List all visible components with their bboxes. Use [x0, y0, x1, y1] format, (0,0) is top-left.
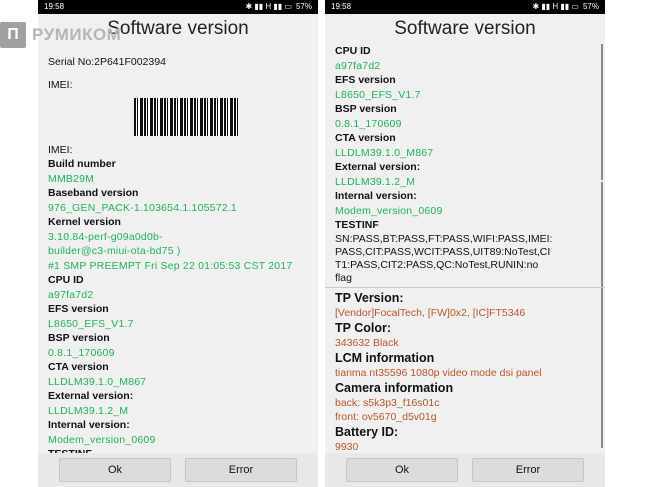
testinf-line: PASS,CIT:PASS,WCIT:PASS,UIT89:NoTest,CI [335, 245, 551, 258]
field-value: LLDLM39.1.0_M867 [335, 146, 434, 159]
status-bar: 19:58 ✱ ▮▮ H ▮▮ ▭ 57% [38, 0, 318, 14]
field-label: External version: [335, 161, 421, 173]
field-value: a97fa7d2 [48, 288, 94, 301]
testinf-label: TESTINF [335, 219, 379, 231]
field-value: L8650_EFS_V1.7 [48, 317, 134, 330]
field-label: CTA version [48, 361, 109, 373]
field-label: LCM information [335, 350, 435, 365]
watermark-logo: П РУМИКОМ [0, 22, 121, 48]
serial-number: Serial No:2P641F002394 [48, 56, 166, 68]
signal-icons: ✱ ▮▮ H ▮▮ ▭ [532, 2, 579, 11]
testinf-line: T1:PASS,CIT2:PASS,QC:NoTest,RUNIN:no [335, 258, 539, 271]
field-value: 9930 [335, 440, 359, 453]
logo-mark: П [0, 22, 26, 48]
field-label: TP Version: [335, 290, 404, 305]
battery-level: 57% [582, 2, 599, 11]
imei-label: IMEI: [48, 79, 73, 91]
field-value: Modem_version_0609 [335, 204, 443, 217]
testinf-line: SN:PASS,BT:PASS,FT:PASS,WIFI:PASS,IMEI: [335, 232, 553, 245]
info-list[interactable]: Serial No:2P641F002394 IMEI: IMEI: Build… [38, 44, 318, 453]
button-bar: Ok Error [38, 453, 318, 487]
field-list: CPU ID a97fa7d2 EFS version L8650_EFS_V1.7 B… [335, 44, 595, 218]
field-label: Build number [48, 158, 116, 170]
status-time: 19:58 [331, 2, 352, 11]
field-value: builder@c3-miui-ota-bd75 ) [48, 245, 181, 257]
ok-button[interactable]: Ok [346, 458, 458, 482]
field-value: L8650_EFS_V1.7 [335, 88, 421, 101]
logo-text: РУМИКОМ [32, 25, 122, 44]
field-label: EFS version [335, 74, 396, 86]
field-value: 0.8.1_170609 [335, 117, 402, 130]
field-label: Internal version: [335, 190, 417, 202]
field-label: Baseband version [48, 187, 139, 199]
field-value: 0.8.1_170609 [48, 346, 115, 359]
field-value: [Vendor]FocalTech, [FW]0x2, [IC]FT5346 [335, 306, 526, 319]
field-label: Camera information [335, 380, 454, 395]
field-value: tianma nt35596 1080p video mode dsi pane… [335, 366, 542, 379]
field-value: LLDLM39.1.2_M [48, 404, 129, 417]
imei-label: IMEI: [48, 144, 73, 156]
hardware-list: TP Version: [Vendor]FocalTech, [FW]0x2, [… [335, 290, 595, 454]
status-bar: 19:58 ✱ ▮▮ H ▮▮ ▭ 57% [325, 0, 605, 14]
info-list[interactable]: CPU ID a97fa7d2 EFS version L8650_EFS_V1.7 B… [325, 44, 605, 453]
field-label: TP Color: [335, 320, 392, 335]
left-screen: 19:58 ✱ ▮▮ H ▮▮ ▭ 57% Software version S… [38, 0, 318, 487]
field-value: #1 SMP PREEMPT Fri Sep 22 01:05:53 CST 2… [48, 259, 293, 272]
button-bar: Ok Error [325, 453, 605, 487]
battery-level: 57% [295, 2, 312, 11]
right-screen: 19:58 ✱ ▮▮ H ▮▮ ▭ 57% Software version C… [325, 0, 605, 487]
field-list: Build number MMB29M Baseband version 976_GE… [48, 157, 308, 453]
field-value: LLDLM39.1.2_M [335, 175, 416, 188]
field-value: a97fa7d2 [335, 59, 381, 72]
status-time: 19:58 [44, 2, 65, 11]
divider [325, 286, 605, 288]
field-label: EFS version [48, 303, 109, 315]
field-value: front: ov5670_d5v01g [335, 410, 437, 423]
field-label: BSP version [48, 332, 110, 344]
testinf-line: flag [335, 271, 352, 284]
field-value: 3.10.84-perf-g09a0d0b- [48, 230, 163, 243]
signal-icons: ✱ ▮▮ H ▮▮ ▭ [245, 2, 292, 11]
field-label: Internal version: [48, 419, 130, 431]
field-label: CPU ID [48, 274, 84, 286]
imei-barcode [134, 98, 238, 136]
error-button[interactable]: Error [185, 458, 297, 482]
field-label: Battery ID: [335, 424, 399, 439]
field-value: 343632 Black [335, 336, 399, 349]
field-value: back: s5k3p3_f16s01c [335, 396, 440, 409]
ok-button[interactable]: Ok [59, 458, 171, 482]
field-label: External version: [48, 390, 134, 402]
field-value: Modem_version_0609 [48, 433, 156, 446]
field-value: 976_GEN_PACK-1.103654.1.105572.1 [48, 201, 237, 214]
field-label: CTA version [335, 132, 396, 144]
field-label: Kernel version [48, 216, 121, 228]
field-value: LLDLM39.1.0_M867 [48, 375, 147, 388]
error-button[interactable]: Error [472, 458, 584, 482]
field-label: BSP version [335, 103, 397, 115]
testinf-value: SN:PASS,BT:PASS,FT:PASS,WIFI:PASS,IMEI: P… [335, 233, 595, 285]
page-title: Software version [325, 14, 605, 44]
field-label: CPU ID [335, 45, 371, 57]
field-value: MMB29M [48, 172, 95, 185]
